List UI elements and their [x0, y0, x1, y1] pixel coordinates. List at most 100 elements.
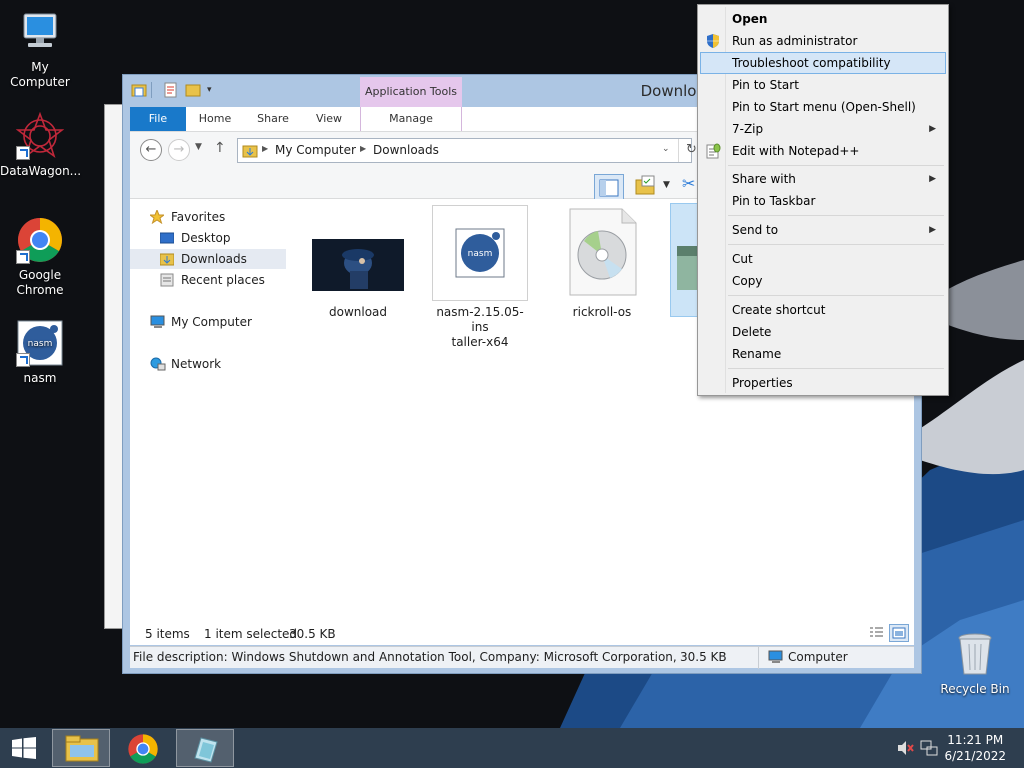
menu-item-label: 7-Zip [732, 122, 764, 136]
taskbar-file-explorer[interactable] [52, 729, 110, 767]
new-folder-icon[interactable] [185, 82, 201, 98]
taskbar-snipping-tool[interactable] [176, 729, 234, 767]
menu-item-create-shortcut[interactable]: Create shortcut [700, 299, 946, 321]
recycle-bin-icon [951, 630, 999, 678]
network-tray-icon[interactable] [920, 740, 938, 759]
menu-item-open[interactable]: Open [700, 8, 946, 30]
folder-options-icon[interactable] [634, 174, 658, 201]
nav-item-label: Desktop [181, 231, 231, 245]
tab-view[interactable]: View [304, 107, 354, 131]
menu-item-share-with[interactable]: Share with ▶ [700, 168, 946, 190]
menu-separator [728, 215, 944, 216]
menu-item-rename[interactable]: Rename [700, 343, 946, 365]
details-view-icon[interactable] [868, 625, 884, 644]
star-icon [148, 208, 166, 225]
up-arrow-icon[interactable]: ↑ [214, 140, 226, 156]
nav-item-label: Recent places [181, 273, 265, 287]
back-arrow-icon[interactable]: ← [140, 139, 162, 161]
nav-item-label: Downloads [181, 252, 247, 266]
nav-network[interactable]: Network [130, 354, 286, 374]
computer-icon [768, 650, 784, 670]
folder-location-icon [242, 143, 258, 162]
nav-my-computer[interactable]: My Computer [130, 312, 286, 332]
menu-item-label: Share with [732, 172, 796, 186]
desktop-icon-nasm[interactable]: nasm nasm [0, 319, 80, 386]
desktop-icon-label: DataWagon... [0, 164, 82, 178]
tab-file[interactable]: File [130, 107, 186, 131]
forward-arrow-icon[interactable]: → [168, 139, 190, 161]
file-description: File description: Windows Shutdown and A… [133, 650, 678, 664]
breadcrumb-my-computer[interactable]: My Computer [275, 143, 356, 157]
desktop-icon-google-chrome[interactable]: Google Chrome [0, 216, 80, 298]
nasm-installer-icon: nasm [432, 205, 528, 301]
start-icon [12, 737, 36, 762]
address-bar[interactable]: ▶ My Computer ▶ Downloads ⌄ ↻ [237, 138, 697, 163]
desktop-icon-my-computer[interactable]: My Computer [0, 8, 80, 90]
menu-item-send-to[interactable]: Send to ▶ [700, 219, 946, 241]
svg-text:nasm: nasm [28, 339, 53, 349]
properties-icon[interactable] [163, 82, 179, 98]
status-divider [758, 647, 759, 669]
tab-share[interactable]: Share [248, 107, 298, 131]
tab-home[interactable]: Home [190, 107, 240, 131]
menu-item-troubleshoot-compatibility[interactable]: Troubleshoot compatibility [700, 52, 946, 74]
menu-item-edit-with-notepad[interactable]: Edit with Notepad++ [700, 140, 946, 162]
volume-muted-icon[interactable] [896, 740, 914, 759]
shield-icon [705, 33, 721, 49]
system-clock[interactable]: 11:21 PM 6/21/2022 [944, 732, 1006, 764]
datawagon-icon [15, 111, 65, 160]
tab-manage[interactable]: Manage [360, 107, 462, 131]
menu-separator [728, 165, 944, 166]
file-item-rickroll-os[interactable]: rickroll-os [553, 205, 651, 320]
menu-item-pin-to-start-menu[interactable]: Pin to Start menu (Open-Shell) [700, 96, 946, 118]
address-dropdown-icon[interactable]: ⌄ [662, 144, 670, 154]
dropdown-arrow-icon[interactable]: ▼ [663, 180, 670, 190]
nav-item-desktop[interactable]: Desktop [130, 228, 286, 248]
breadcrumb-downloads[interactable]: Downloads [373, 143, 439, 157]
nav-item-recent-places[interactable]: Recent places [130, 270, 286, 290]
location-label: Computer [788, 650, 848, 664]
menu-item-label: Run as administrator [732, 34, 858, 48]
menu-item-copy[interactable]: Copy [700, 270, 946, 292]
menu-item-cut[interactable]: Cut [700, 248, 946, 270]
scissors-icon[interactable]: ✂ [682, 174, 695, 193]
desktop-icon-label: Google Chrome [16, 268, 64, 297]
nav-item-downloads[interactable]: Downloads [130, 249, 286, 269]
menu-item-7-zip[interactable]: 7-Zip ▶ [700, 118, 946, 140]
shortcut-arrow-icon [16, 353, 30, 367]
menu-item-properties[interactable]: Properties [700, 372, 946, 394]
disc-image-icon [554, 205, 650, 301]
downloads-folder-icon [159, 252, 175, 266]
breadcrumb-chevron-icon: ▶ [262, 144, 269, 153]
menu-item-pin-to-start[interactable]: Pin to Start [700, 74, 946, 96]
preview-pane-icon[interactable] [594, 174, 624, 202]
submenu-arrow-icon: ▶ [929, 174, 936, 184]
taskbar-chrome[interactable] [114, 729, 172, 767]
start-button[interactable] [0, 729, 48, 767]
selected-count: 1 item selected [204, 627, 298, 641]
navigation-pane: Favorites Desktop Downloads Recent place… [130, 199, 290, 619]
chrome-icon [127, 733, 159, 768]
status-bar-info: 5 items 1 item selected 30.5 KB [130, 623, 914, 645]
folder-icon[interactable] [131, 82, 147, 98]
clock-date: 6/21/2022 [944, 749, 1006, 763]
recent-locations-icon[interactable]: ▼ [195, 142, 202, 152]
status-bar-details: File description: Windows Shutdown and A… [130, 646, 914, 670]
file-item-download[interactable]: download [309, 205, 407, 320]
computer-icon [150, 315, 165, 329]
menu-item-run-as-administrator[interactable]: Run as administrator [700, 30, 946, 52]
desktop-icon-datawagon[interactable]: DataWagon... [0, 111, 82, 179]
nav-favorites[interactable]: Favorites [130, 207, 286, 227]
menu-item-delete[interactable]: Delete [700, 321, 946, 343]
file-item-nasm-installer[interactable]: nasm nasm-2.15.05-ins taller-x64 [431, 205, 529, 350]
video-thumbnail [310, 205, 406, 301]
menu-item-pin-to-taskbar[interactable]: Pin to Taskbar [700, 190, 946, 212]
file-size: 30.5 KB [680, 650, 727, 664]
desktop-icon-recycle-bin[interactable]: Recycle Bin [935, 630, 1015, 697]
context-menu: Open Run as administrator Troubleshoot c… [697, 4, 949, 396]
customize-qat-icon[interactable]: ▾ [207, 82, 223, 98]
computer-icon [16, 8, 64, 56]
refresh-icon[interactable]: ↻ [686, 142, 697, 157]
large-icons-view-icon[interactable] [889, 624, 909, 642]
file-item-selected[interactable] [670, 203, 700, 317]
